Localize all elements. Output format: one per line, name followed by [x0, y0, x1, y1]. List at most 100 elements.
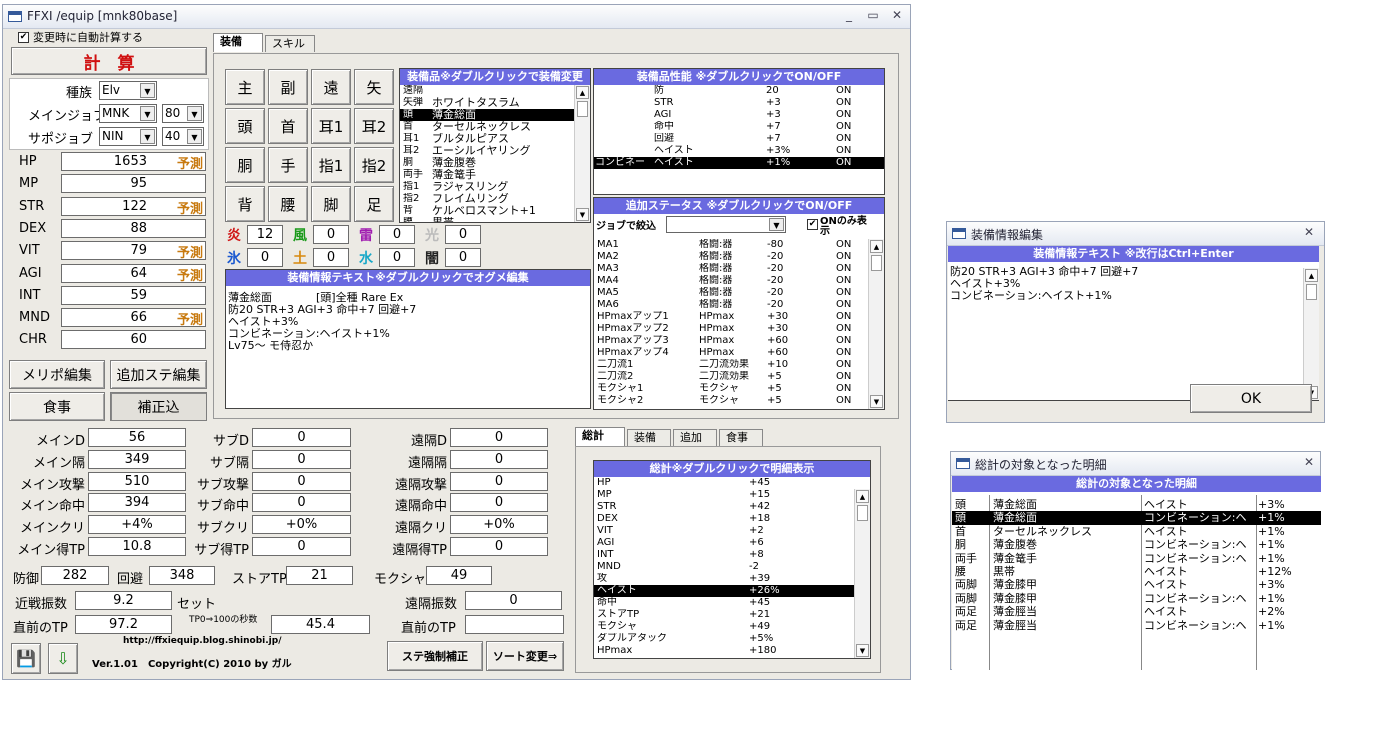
- total-row[interactable]: 攻 +39: [594, 573, 870, 585]
- tab-add-total[interactable]: 追加計: [673, 429, 717, 460]
- edit-line[interactable]: コンビネーション:ヘイスト+1%: [950, 290, 1317, 302]
- total-scrollbar[interactable]: ▲ ▼: [854, 489, 870, 658]
- main-job-select[interactable]: MNK ▼: [99, 104, 157, 123]
- perf-row[interactable]: 命中 +7 ON: [594, 121, 884, 133]
- slot-button-腰[interactable]: 腰: [268, 186, 308, 222]
- total-row[interactable]: DEX +18: [594, 513, 870, 525]
- tab-food[interactable]: 食事: [719, 429, 763, 446]
- total-row[interactable]: 命中 +45: [594, 597, 870, 609]
- detail-row[interactable]: 頭 薄金総面 コンビネーション:ヘ +1%: [952, 511, 1321, 525]
- tab-equip[interactable]: 装備: [213, 33, 263, 52]
- edit-scrollbar[interactable]: ▲▼: [1303, 268, 1319, 400]
- detail-row[interactable]: 両足 薄金脛当 ヘイスト +2%: [952, 605, 1321, 618]
- tab-equip-total[interactable]: 装備計: [627, 429, 671, 460]
- detail-row[interactable]: 両脚 薄金膝甲 コンビネーション:ヘ +1%: [952, 592, 1321, 605]
- scroll-up-icon[interactable]: ▲: [1305, 269, 1318, 282]
- equip-list-item[interactable]: 背 ケルベロスマント+1: [400, 205, 590, 217]
- equip-list-item[interactable]: 腰 黒帯: [400, 217, 590, 222]
- slot-button-首[interactable]: 首: [268, 108, 308, 144]
- total-row[interactable]: ストアTP +21: [594, 609, 870, 621]
- slot-button-胴[interactable]: 胴: [225, 147, 265, 183]
- merit-edit-button[interactable]: メリポ編集: [9, 360, 105, 389]
- sub-job-level-select[interactable]: 40 ▼: [162, 127, 204, 146]
- add-status-row[interactable]: MA4 格闘:器 -20 ON: [594, 275, 884, 287]
- equip-list-item[interactable]: 矢弾 ホワイトタスラム: [400, 97, 590, 109]
- element-field[interactable]: 0: [313, 248, 349, 267]
- detail-titlebar[interactable]: 総計の対象となった明細 ✕: [951, 452, 1320, 476]
- perf-row[interactable]: 回避 +7 ON: [594, 133, 884, 145]
- load-icon[interactable]: ⇩: [48, 643, 78, 674]
- slot-button-耳1[interactable]: 耳1: [311, 108, 351, 144]
- race-select[interactable]: Elv ▼: [99, 81, 157, 100]
- total-row[interactable]: MND -2: [594, 561, 870, 573]
- add-status-row[interactable]: 二刀流1 二刀流効果 +10 ON: [594, 359, 884, 371]
- add-status-row[interactable]: 二刀流2 二刀流効果 +5 ON: [594, 371, 884, 383]
- scroll-up-icon[interactable]: ▲: [870, 240, 883, 253]
- add-status-row[interactable]: モクシャ2 モクシャ +5 ON: [594, 395, 884, 407]
- add-status-panel[interactable]: 追加ステータス ※ダブルクリックでON/OFF ジョブで絞込 ▼ ✔ ONのみ表…: [593, 197, 885, 410]
- scroll-down-icon[interactable]: ▼: [576, 208, 589, 221]
- perf-panel[interactable]: 装備品性能 ※ダブルクリックでON/OFF 防 20 ON STR +3 ON AGI +3 O…: [593, 68, 885, 195]
- minimize-icon[interactable]: _: [840, 8, 858, 22]
- slot-button-背[interactable]: 背: [225, 186, 265, 222]
- scroll-thumb[interactable]: [857, 505, 868, 521]
- detail-row[interactable]: 首 ターセルネックレス ヘイスト +1%: [952, 525, 1321, 538]
- add-status-row[interactable]: HPmaxアップ3 HPmax +60 ON: [594, 335, 884, 347]
- total-row[interactable]: INT +8: [594, 549, 870, 561]
- close-icon[interactable]: ✕: [1300, 455, 1318, 469]
- equip-text-panel[interactable]: 装備情報テキスト※ダブルクリックでオグメ編集 薄金総面 [頭]全種 Rare E…: [225, 269, 591, 409]
- sort-change-button[interactable]: ソート変更⇒: [486, 641, 564, 671]
- perf-row[interactable]: ヘイスト +3% ON: [594, 145, 884, 157]
- equip-list-item[interactable]: 耳1 ブルタルピアス: [400, 133, 590, 145]
- slot-button-足[interactable]: 足: [354, 186, 394, 222]
- close-icon[interactable]: ✕: [888, 8, 906, 22]
- element-field[interactable]: 0: [445, 248, 481, 267]
- equip-list-item[interactable]: 頭 薄金総面: [400, 109, 590, 121]
- total-row[interactable]: モクシャ +49: [594, 621, 870, 633]
- edit-titlebar[interactable]: 装備情報編集 ✕: [947, 222, 1324, 246]
- detail-row[interactable]: 胴 薄金腹巻 コンビネーション:ヘ +1%: [952, 538, 1321, 551]
- equip-list-item[interactable]: 両手 薄金篭手: [400, 169, 590, 181]
- total-row[interactable]: MP +15: [594, 489, 870, 501]
- scroll-thumb[interactable]: [1306, 284, 1317, 300]
- element-field[interactable]: 0: [379, 248, 415, 267]
- detail-panel[interactable]: 総計の対象となった明細 頭薄金総面 ヘイスト +3% 頭薄金総面 コンビネーション:ヘ +…: [952, 476, 1321, 670]
- add-status-row[interactable]: MA1 格闘:器 -80 ON: [594, 239, 884, 251]
- sub-job-select[interactable]: NIN ▼: [99, 127, 157, 146]
- add-status-row[interactable]: MA6 格闘:器 -20 ON: [594, 299, 884, 311]
- perf-row[interactable]: 防 20 ON: [594, 85, 884, 97]
- equip-list-item[interactable]: 耳2 エーシルイヤリング: [400, 145, 590, 157]
- maximize-icon[interactable]: ▭: [864, 8, 882, 22]
- edit-text-panel[interactable]: 装備情報テキスト ※改行はCtrl+Enter 防20 STR+3 AGI+3 …: [948, 246, 1319, 401]
- add-status-scrollbar[interactable]: ▲ ▼: [868, 239, 884, 409]
- addstat-edit-button[interactable]: 追加ステ編集: [110, 360, 207, 389]
- element-field[interactable]: 12: [247, 225, 283, 244]
- element-field[interactable]: 0: [379, 225, 415, 244]
- slot-button-主[interactable]: 主: [225, 69, 265, 105]
- scroll-down-icon[interactable]: ▼: [856, 644, 869, 657]
- scroll-up-icon[interactable]: ▲: [576, 86, 589, 99]
- perf-row[interactable]: AGI +3 ON: [594, 109, 884, 121]
- main-titlebar[interactable]: FFXI /equip [mnk80base] _ ▭ ✕: [3, 5, 910, 29]
- correction-toggle[interactable]: 補正込: [110, 392, 207, 421]
- slot-button-副[interactable]: 副: [268, 69, 308, 105]
- slot-button-矢[interactable]: 矢: [354, 69, 394, 105]
- equip-list-item[interactable]: 首 ターセルネックレス: [400, 121, 590, 133]
- slot-button-手[interactable]: 手: [268, 147, 308, 183]
- equip-list-item[interactable]: 胴 薄金腹巻: [400, 157, 590, 169]
- slot-button-遠[interactable]: 遠: [311, 69, 351, 105]
- total-panel[interactable]: 総計※ダブルクリックで明細表示 HP +45 MP +15 STR +42 DEX +18 VI…: [593, 460, 871, 659]
- slot-button-指1[interactable]: 指1: [311, 147, 351, 183]
- slot-button-耳2[interactable]: 耳2: [354, 108, 394, 144]
- close-icon[interactable]: ✕: [1300, 225, 1318, 239]
- perf-row[interactable]: コンビネー ヘイスト +1% ON: [594, 157, 884, 169]
- detail-row[interactable]: 腰 黒帯 ヘイスト +12%: [952, 565, 1321, 578]
- equip-list-item[interactable]: 遠隔: [400, 85, 590, 97]
- slot-button-指2[interactable]: 指2: [354, 147, 394, 183]
- job-filter-select[interactable]: ▼: [666, 216, 786, 233]
- main-job-level-select[interactable]: 80 ▼: [162, 104, 204, 123]
- food-button[interactable]: 食事: [9, 392, 105, 421]
- equip-list-item[interactable]: 指2 フレイムリング: [400, 193, 590, 205]
- slot-button-頭[interactable]: 頭: [225, 108, 265, 144]
- perf-row[interactable]: STR +3 ON: [594, 97, 884, 109]
